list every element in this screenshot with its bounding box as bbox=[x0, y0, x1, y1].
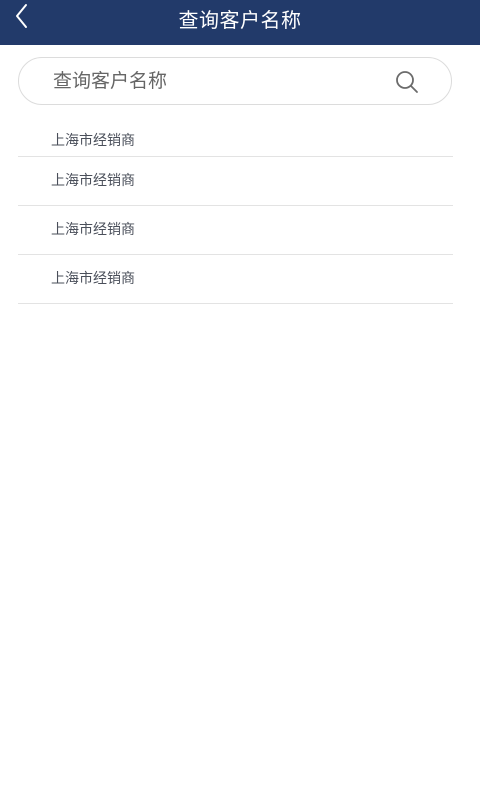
customer-list: 上海市经销商 上海市经销商 上海市经销商 上海市经销商 bbox=[18, 117, 453, 304]
list-item[interactable]: 上海市经销商 bbox=[18, 157, 453, 206]
search-box[interactable] bbox=[18, 57, 452, 105]
search-input[interactable] bbox=[53, 58, 383, 104]
header-bar: 查询客户名称 bbox=[0, 0, 480, 45]
search-icon[interactable] bbox=[395, 70, 419, 94]
list-item[interactable]: 上海市经销商 bbox=[18, 206, 453, 255]
customer-search-page: 查询客户名称 上海市经销商 上海市经销商 上海市经销商 上海市经销商 bbox=[0, 0, 480, 800]
list-item[interactable]: 上海市经销商 bbox=[18, 117, 453, 157]
list-item[interactable]: 上海市经销商 bbox=[18, 255, 453, 304]
page-title: 查询客户名称 bbox=[178, 8, 302, 32]
